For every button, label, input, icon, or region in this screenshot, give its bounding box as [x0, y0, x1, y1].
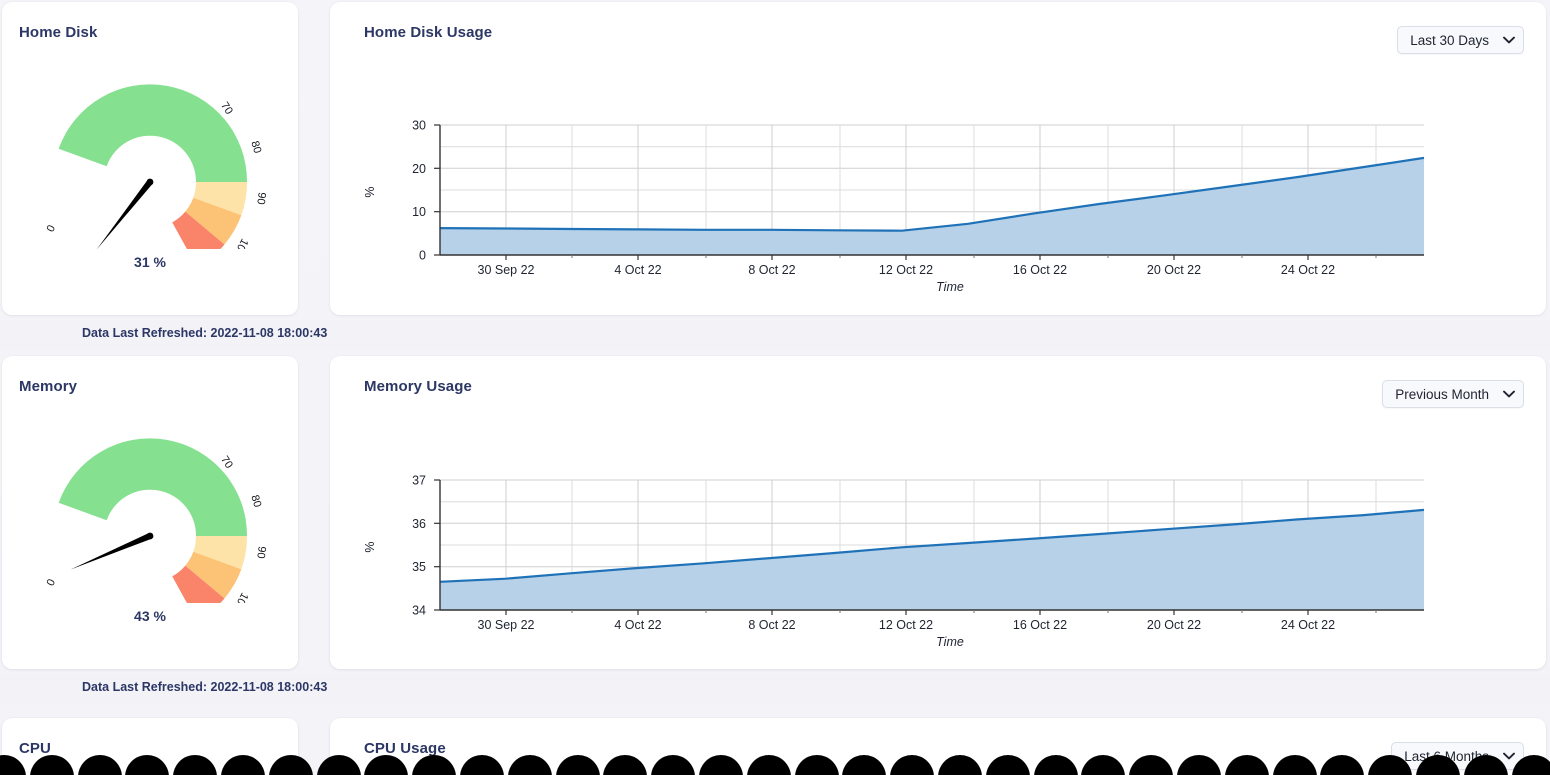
- chart-svg-memory: 37 36 35 34 30 Sep 22 4 Oct 22 8 Oct 22 …: [363, 474, 1425, 649]
- svg-text:35: 35: [412, 560, 426, 574]
- time-range-value: Last 6 Months: [1404, 748, 1489, 764]
- y-axis-ticks: [434, 124, 440, 256]
- svg-text:24 Oct 22: 24 Oct 22: [1281, 618, 1335, 632]
- gauge-tick-100: 100: [231, 236, 250, 249]
- svg-text:34: 34: [412, 604, 426, 618]
- gauge-hub: [146, 178, 154, 186]
- svg-text:4 Oct 22: 4 Oct 22: [614, 263, 661, 277]
- chevron-down-icon: [1503, 752, 1515, 760]
- svg-text:16 Oct 22: 16 Oct 22: [1013, 263, 1067, 277]
- gauge-tick-70: 70: [218, 454, 235, 471]
- gauge-band-green: [58, 438, 248, 536]
- gauge-band-green: [58, 84, 248, 182]
- gauge-tick-90: 90: [254, 192, 267, 206]
- gauge-value-memory: 43 %: [134, 608, 166, 624]
- gauge-tick-90: 90: [254, 546, 267, 560]
- svg-text:8 Oct 22: 8 Oct 22: [748, 263, 795, 277]
- gauge-tick-80: 80: [248, 494, 263, 509]
- svg-text:16 Oct 22: 16 Oct 22: [1013, 618, 1067, 632]
- gauge-needle: [96, 180, 153, 249]
- y-tick-labels: 37 36 35 34: [412, 474, 426, 618]
- svg-text:4 Oct 22: 4 Oct 22: [614, 618, 661, 632]
- chart-title-cpu: CPU Usage: [364, 740, 446, 757]
- chart-card-cpu: CPU Usage Last 6 Months: [330, 718, 1546, 775]
- refresh-label: Data Last Refreshed: 2022-11-08 18:00:43: [82, 326, 328, 340]
- refresh-strip-home-disk: Data Last Refreshed: 2022-11-08 18:00:43: [0, 320, 1550, 350]
- svg-text:12 Oct 22: 12 Oct 22: [879, 618, 933, 632]
- gauge-card-memory: Memory 0 70 80 90 100 43 %: [2, 356, 298, 669]
- x-tick-labels: 30 Sep 22 4 Oct 22 8 Oct 22 12 Oct 22 16…: [478, 618, 1336, 632]
- gauge-tick-100: 100: [231, 590, 250, 603]
- chart-memory: 37 36 35 34 30 Sep 22 4 Oct 22 8 Oct 22 …: [330, 356, 1546, 669]
- svg-text:36: 36: [412, 517, 426, 531]
- gauge-title-memory: Memory: [19, 378, 78, 395]
- gauge-title-cpu: CPU: [19, 740, 51, 757]
- panel-row-cpu: CPU CPU Usage Last 6 Months: [0, 708, 1550, 775]
- gauge-memory: 0 70 80 90 100: [2, 408, 298, 603]
- svg-text:8 Oct 22: 8 Oct 22: [748, 618, 795, 632]
- gauge-tick-80: 80: [248, 140, 263, 155]
- svg-text:30 Sep 22: 30 Sep 22: [478, 618, 535, 632]
- gauge-tick-0: 0: [45, 577, 58, 588]
- chart-home-disk: 30 20 10 0 30 Sep 22 4 Oct 22 8 Oct 22 1…: [330, 2, 1546, 315]
- chart-card-memory: Memory Usage Previous Month 37 36 35 34 …: [330, 356, 1546, 669]
- y-axis-title: %: [363, 186, 377, 197]
- y-tick-labels: 30 20 10 0: [412, 119, 426, 263]
- svg-text:20 Oct 22: 20 Oct 22: [1147, 263, 1201, 277]
- refresh-label: Data Last Refreshed: 2022-11-08 18:00:43: [82, 680, 328, 694]
- x-axis-ticks: [505, 255, 1377, 260]
- gauge-value-home-disk: 31 %: [134, 254, 166, 270]
- gauge-title-home-disk: Home Disk: [19, 24, 98, 41]
- svg-text:20 Oct 22: 20 Oct 22: [1147, 618, 1201, 632]
- svg-text:0: 0: [419, 249, 426, 263]
- gauge-card-cpu: CPU: [2, 718, 298, 775]
- dashboard-page: Home Disk 0 70 80 90 100 31 % Home Disk …: [0, 0, 1550, 775]
- svg-text:30 Sep 22: 30 Sep 22: [478, 263, 535, 277]
- panel-row-memory: Memory 0 70 80 90 100 43 % Memory Usage …: [0, 354, 1550, 704]
- gauge-tick-0: 0: [45, 223, 58, 234]
- gauge-svg: 0 70 80 90 100: [45, 84, 268, 249]
- area-fill: [440, 509, 1424, 610]
- gauge-hub: [146, 532, 154, 540]
- svg-text:10: 10: [412, 205, 426, 219]
- x-axis-ticks: [505, 610, 1377, 615]
- chart-svg-home-disk: 30 20 10 0 30 Sep 22 4 Oct 22 8 Oct 22 1…: [363, 119, 1425, 294]
- x-axis-title: Time: [936, 635, 964, 649]
- y-axis-title: %: [363, 541, 377, 552]
- gauge-tick-70: 70: [218, 100, 235, 117]
- x-axis-title: Time: [936, 280, 964, 294]
- svg-text:12 Oct 22: 12 Oct 22: [879, 263, 933, 277]
- area-fill: [440, 157, 1424, 255]
- gauge-card-home-disk: Home Disk 0 70 80 90 100 31 %: [2, 2, 298, 315]
- svg-text:30: 30: [412, 119, 426, 133]
- refresh-strip-memory: Data Last Refreshed: 2022-11-08 18:00:43: [0, 674, 1550, 704]
- svg-text:37: 37: [412, 474, 426, 488]
- gauge-needle: [70, 533, 152, 570]
- x-tick-labels: 30 Sep 22 4 Oct 22 8 Oct 22 12 Oct 22 16…: [478, 263, 1336, 277]
- svg-text:24 Oct 22: 24 Oct 22: [1281, 263, 1335, 277]
- chart-card-home-disk: Home Disk Usage Last 30 Days 30 20 10 0 …: [330, 2, 1546, 315]
- gauge-home-disk: 0 70 80 90 100: [2, 54, 298, 249]
- y-axis-ticks: [434, 479, 440, 611]
- time-range-dropdown-cpu[interactable]: Last 6 Months: [1391, 742, 1524, 770]
- svg-text:20: 20: [412, 162, 426, 176]
- panel-row-home-disk: Home Disk 0 70 80 90 100 31 % Home Disk …: [0, 0, 1550, 350]
- gauge-svg: 0 70 80 90 100: [45, 438, 268, 603]
